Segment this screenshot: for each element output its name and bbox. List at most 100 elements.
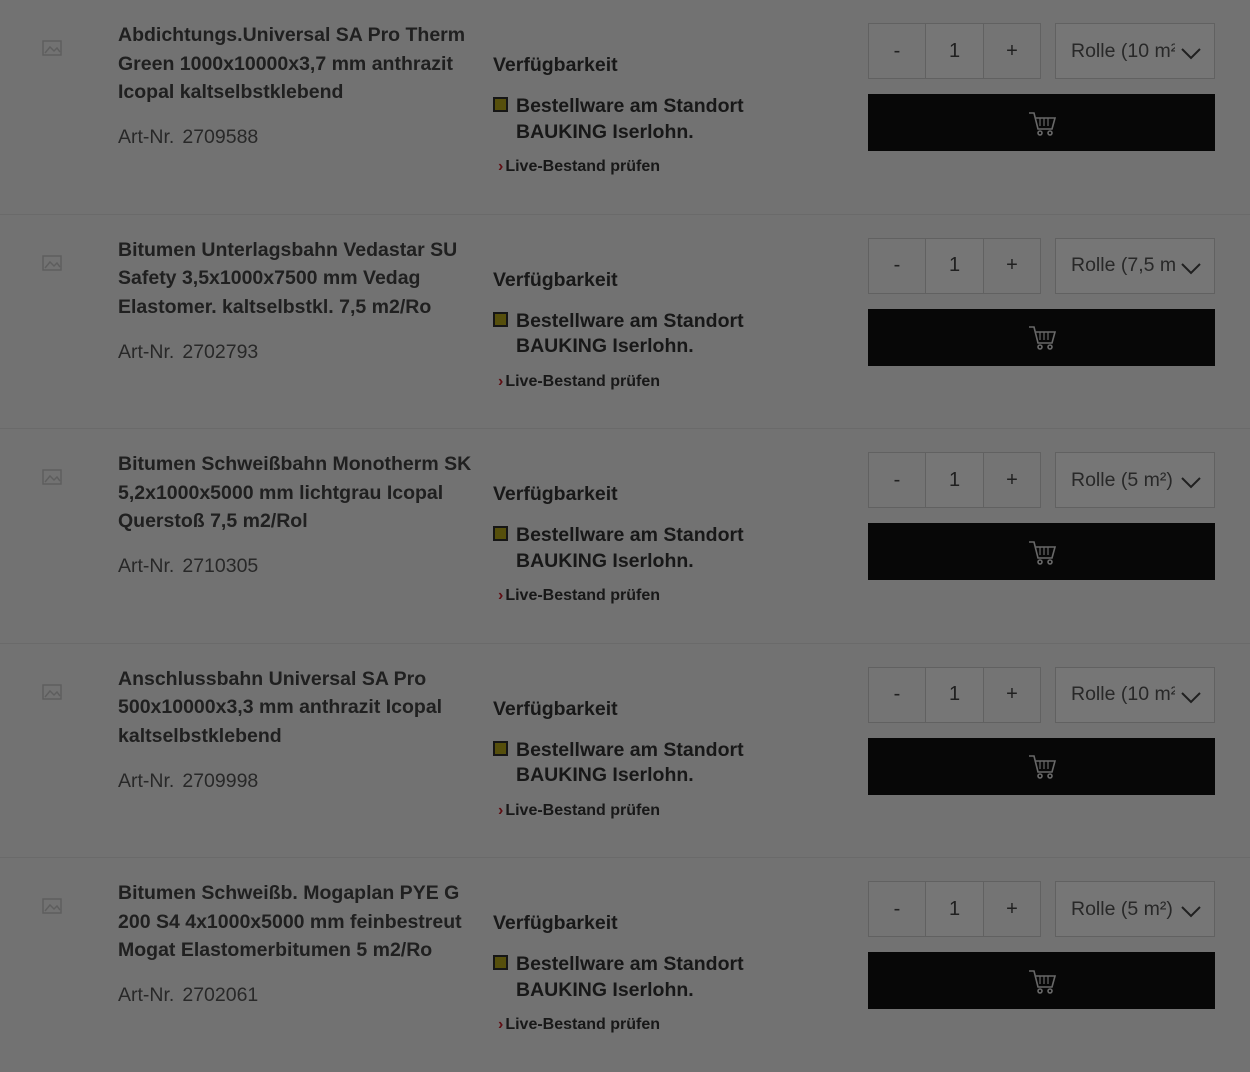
product-image-placeholder-icon[interactable] [40,251,64,275]
availability-status-square-icon [493,955,508,970]
product-row: Anschlussbahn Universal SA Pro 500x10000… [0,644,1250,858]
chevron-down-icon [1181,262,1201,274]
increase-quantity-button[interactable]: + [984,882,1040,936]
chevron-right-icon: › [498,1016,504,1033]
product-title[interactable]: Anschlussbahn Universal SA Pro 500x10000… [118,665,473,751]
increase-quantity-button[interactable]: + [984,668,1040,722]
availability-status: Bestellware am Standort BAUKING Iserlohn… [493,94,838,145]
decrease-quantity-button[interactable]: - [869,668,925,722]
product-title[interactable]: Bitumen Unterlagsbahn Vedastar SU Safety… [118,236,473,322]
live-stock-link-label: Live-Bestand prüfen [505,372,661,390]
article-number: Art-Nr. 2709588 [118,126,258,149]
article-number-label: Art-Nr. [118,769,175,792]
quantity-input[interactable]: 1 [925,24,984,78]
decrease-quantity-button[interactable]: - [869,239,925,293]
availability-status: Bestellware am Standort BAUKING Iserlohn… [493,738,838,789]
cart-icon [1028,755,1056,779]
increase-quantity-button[interactable]: + [984,453,1040,507]
product-title[interactable]: Bitumen Schweißb. Mogaplan PYE G 200 S4 … [118,879,473,965]
availability-status-text: Bestellware am Standort BAUKING Iserlohn… [516,309,744,358]
quantity-input[interactable]: 1 [925,238,984,293]
product-image-placeholder-icon[interactable] [40,894,64,918]
availability-status-square-icon [493,311,508,327]
live-stock-link[interactable]: › Live-Bestand prüfen [498,1016,660,1034]
article-number-label: Art-Nr. [118,126,175,148]
unit-select-value: Rolle (5 m²) [1071,468,1173,491]
cart-icon [1028,969,1056,994]
unit-select[interactable]: Rolle (10 m²) [1055,23,1215,79]
add-to-cart-button[interactable] [868,737,1215,795]
article-number: Art-Nr. 2709998 [118,770,258,793]
live-stock-link[interactable]: › Live-Bestand prüfen [498,587,660,605]
add-to-cart-button[interactable] [868,94,1215,151]
unit-select[interactable]: Rolle (10 m²) [1055,666,1215,723]
availability-status-text: Bestellware am Standort BAUKING Iserlohn… [516,738,744,787]
unit-select[interactable]: Rolle (5 m²) [1055,881,1215,937]
availability-status-text: Bestellware am Standort BAUKING Iserlohn… [516,524,744,572]
product-title[interactable]: Bitumen Schweißbahn Monotherm SK 5,2x100… [118,450,473,536]
article-number-label: Art-Nr. [118,340,175,363]
decrease-quantity-button[interactable]: - [869,882,925,936]
availability-heading: Verfügbarkeit [493,268,618,291]
quantity-stepper: - 1 + [868,23,1041,79]
unit-select-value: Rolle (5 m²) [1071,897,1173,920]
product-image-placeholder-icon[interactable] [40,680,64,704]
increase-quantity-button[interactable]: + [984,24,1040,78]
product-row: Bitumen Schweißbahn Monotherm SK 5,2x100… [0,429,1250,644]
live-stock-link-label: Live-Bestand prüfen [505,1016,661,1033]
unit-select-value: Rolle (10 m²) [1071,683,1175,705]
unit-select-value: Rolle (7,5 m²) [1071,254,1175,276]
quantity-input[interactable]: 1 [925,667,984,722]
decrease-quantity-button[interactable]: - [869,24,925,78]
availability-status-square-icon [493,526,508,541]
add-to-cart-button[interactable] [868,952,1215,1009]
unit-select[interactable]: Rolle (7,5 m²) [1055,237,1215,294]
availability-heading: Verfügbarkeit [493,912,618,934]
live-stock-link-label: Live-Bestand prüfen [505,801,661,819]
quantity-stepper: - 1 + [868,237,1041,294]
chevron-right-icon: › [498,587,504,604]
quantity-input[interactable]: 1 [925,453,984,507]
chevron-right-icon: › [498,158,504,175]
live-stock-link[interactable]: › Live-Bestand prüfen [498,158,660,176]
cart-icon [1028,540,1056,565]
article-number: Art-Nr. 2702061 [118,984,258,1007]
chevron-down-icon [1181,906,1201,918]
live-stock-link-label: Live-Bestand prüfen [505,158,661,175]
availability-status: Bestellware am Standort BAUKING Iserlohn… [493,523,838,574]
availability-status: Bestellware am Standort BAUKING Iserlohn… [493,952,838,1003]
chevron-down-icon [1181,48,1201,60]
article-number-label: Art-Nr. [118,555,175,577]
availability-heading: Verfügbarkeit [493,697,618,720]
product-image-placeholder-icon[interactable] [40,465,64,489]
availability-heading: Verfügbarkeit [493,54,618,76]
article-number-value: 2702061 [182,984,259,1006]
article-number-value: 2709998 [182,769,259,792]
live-stock-link[interactable]: › Live-Bestand prüfen [498,373,660,391]
unit-select-value: Rolle (10 m²) [1071,39,1175,62]
increase-quantity-button[interactable]: + [984,239,1040,293]
product-image-placeholder-icon[interactable] [40,36,64,60]
availability-heading: Verfügbarkeit [493,483,618,505]
decrease-quantity-button[interactable]: - [869,453,925,507]
quantity-stepper: - 1 + [868,666,1041,723]
availability-status-square-icon [493,97,508,112]
availability-status-text: Bestellware am Standort BAUKING Iserlohn… [516,95,744,143]
add-to-cart-button[interactable] [868,523,1215,580]
quantity-input[interactable]: 1 [925,882,984,936]
chevron-right-icon: › [498,801,504,819]
article-number: Art-Nr. 2710305 [118,555,258,578]
product-row: Abdichtungs.Universal SA Pro Therm Green… [0,0,1250,215]
product-title[interactable]: Abdichtungs.Universal SA Pro Therm Green… [118,21,473,107]
article-number-label: Art-Nr. [118,984,175,1006]
article-number-value: 2710305 [182,555,259,577]
product-row: Bitumen Unterlagsbahn Vedastar SU Safety… [0,215,1250,429]
unit-select[interactable]: Rolle (5 m²) [1055,452,1215,508]
product-row: Bitumen Schweißb. Mogaplan PYE G 200 S4 … [0,858,1250,1072]
availability-status: Bestellware am Standort BAUKING Iserlohn… [493,309,838,360]
chevron-down-icon [1181,477,1201,489]
availability-status-text: Bestellware am Standort BAUKING Iserlohn… [516,953,744,1001]
quantity-stepper: - 1 + [868,452,1041,508]
add-to-cart-button[interactable] [868,308,1215,366]
live-stock-link[interactable]: › Live-Bestand prüfen [498,802,660,820]
